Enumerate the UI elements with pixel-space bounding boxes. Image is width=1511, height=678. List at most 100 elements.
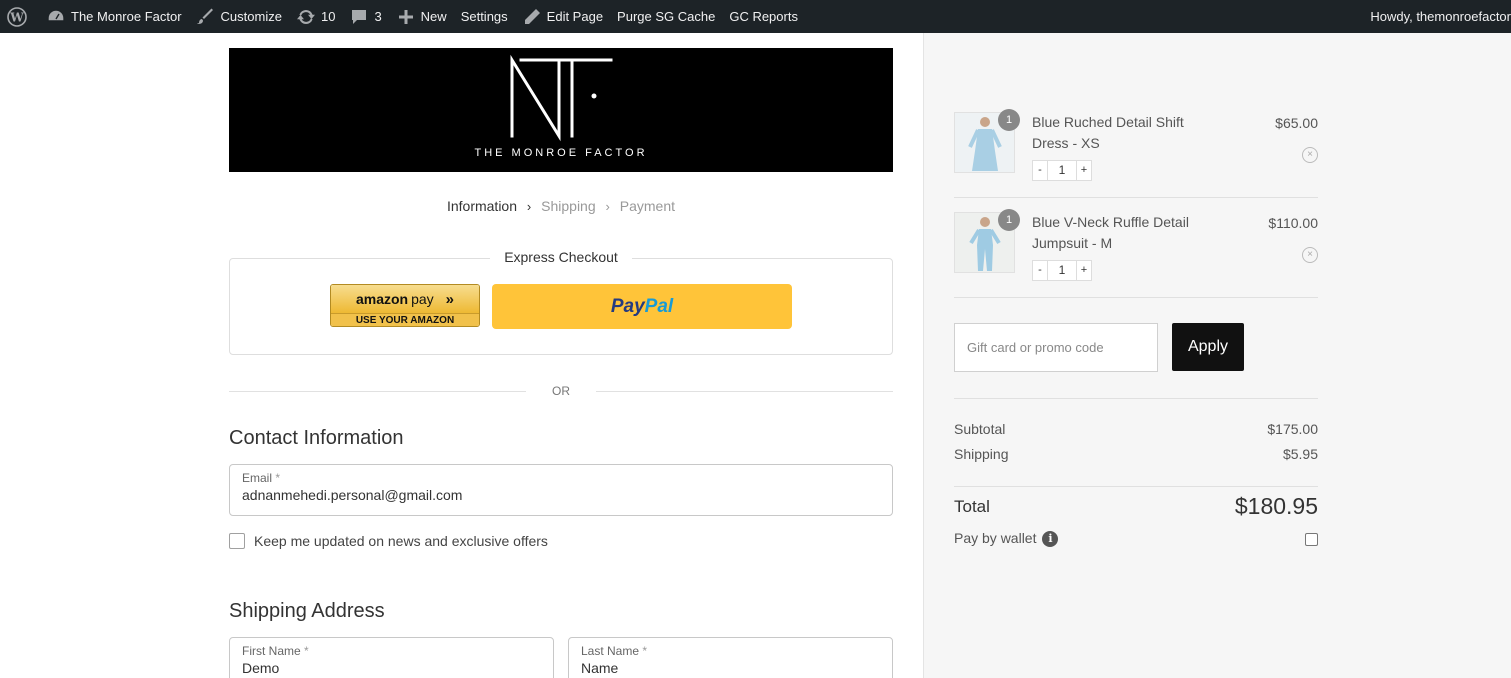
pencil-icon <box>522 7 542 27</box>
wordpress-logo-button[interactable]: W <box>0 0 39 33</box>
plus-icon <box>396 7 416 27</box>
brand-wordmark: THE MONROE FACTOR <box>474 147 647 159</box>
new-label: New <box>420 9 447 24</box>
site-name-label: The Monroe Factor <box>71 9 182 24</box>
quantity-stepper: - 1 + <box>1032 260 1092 281</box>
product-price: $110.00 <box>1268 215 1318 231</box>
quantity-stepper: - 1 + <box>1032 160 1092 181</box>
first-name-label: First Name * <box>242 644 309 658</box>
product-price: $65.00 <box>1275 115 1318 131</box>
divider-right <box>596 391 893 392</box>
svg-text:W: W <box>9 10 24 24</box>
pay-by-wallet-row: Pay by wallet i <box>954 530 1059 548</box>
remove-item-icon[interactable]: × <box>1302 247 1318 263</box>
decrease-quantity-button[interactable]: - <box>1033 261 1047 280</box>
purge-cache-label: Purge SG Cache <box>617 9 716 24</box>
dashboard-icon <box>46 7 66 27</box>
total-label: Total <box>954 497 990 516</box>
settings-link[interactable]: Settings <box>454 0 515 33</box>
cart-item: 1 Blue Ruched Detail Shift Dress - XS $6… <box>954 109 1318 198</box>
settings-label: Settings <box>460 9 508 24</box>
subtotal-label: Subtotal <box>954 421 1006 437</box>
site-name-link[interactable]: The Monroe Factor <box>39 0 189 33</box>
summary-divider <box>954 486 1318 487</box>
amazon-pay-word: pay <box>411 291 434 307</box>
updates-link[interactable]: 10 <box>289 0 342 33</box>
first-name-value[interactable]: Demo <box>242 660 541 676</box>
newsletter-option[interactable]: Keep me updated on news and exclusive of… <box>229 533 548 549</box>
admin-bar: W The Monroe Factor Customize 10 3 New S… <box>0 0 1511 33</box>
customize-label: Customize <box>220 9 282 24</box>
shipping-address-title: Shipping Address <box>229 600 385 622</box>
brush-icon <box>196 7 216 27</box>
howdy-account-link[interactable]: Howdy, themonroefactor <box>1363 0 1511 33</box>
breadcrumb-shipping: Shipping <box>541 198 596 214</box>
edit-page-link[interactable]: Edit Page <box>515 0 610 33</box>
amazon-pay-button[interactable]: amazon pay » USE YOUR AMAZON ACCOUNT <box>330 284 480 327</box>
double-chevron-icon: » <box>445 290 455 308</box>
quantity-badge: 1 <box>998 209 1020 231</box>
customize-link[interactable]: Customize <box>189 0 289 33</box>
or-separator: OR <box>552 384 570 398</box>
comment-icon <box>349 7 369 27</box>
express-checkout-title: Express Checkout <box>490 249 632 265</box>
cart-divider <box>954 297 1318 298</box>
paypal-logo-part1: Pay <box>610 295 645 317</box>
pay-by-wallet-checkbox[interactable] <box>1305 533 1318 546</box>
edit-page-label: Edit Page <box>546 9 604 24</box>
pay-by-wallet-label: Pay by wallet <box>954 530 1037 546</box>
comments-count: 3 <box>374 9 382 24</box>
last-name-value[interactable]: Name <box>581 660 880 676</box>
brand-logo: THE MONROE FACTOR <box>474 54 647 159</box>
paypal-button[interactable]: Pay Pal <box>492 284 792 329</box>
last-name-field[interactable]: Last Name * Name <box>568 637 893 678</box>
last-name-label: Last Name * <box>581 644 648 658</box>
subtotal-value: $175.00 <box>1267 421 1318 437</box>
product-name: Blue Ruched Detail Shift Dress - XS <box>1032 114 1184 151</box>
increase-quantity-button[interactable]: + <box>1077 261 1091 280</box>
refresh-icon <box>296 7 316 27</box>
gc-reports-label: GC Reports <box>729 9 798 24</box>
cart-item: 1 Blue V-Neck Ruffle Detail Jumpsuit - M… <box>954 209 1318 298</box>
product-name: Blue V-Neck Ruffle Detail Jumpsuit - M <box>1032 214 1189 251</box>
chevron-right-icon: › <box>526 199 532 214</box>
shipping-value: $5.95 <box>1282 446 1318 462</box>
remove-item-icon[interactable]: × <box>1302 147 1318 163</box>
quantity-badge: 1 <box>998 109 1020 131</box>
quantity-input[interactable]: 1 <box>1047 161 1077 180</box>
amazon-pay-logo: amazon pay » <box>331 285 479 313</box>
amazon-wordmark: amazon <box>355 291 409 307</box>
decrease-quantity-button[interactable]: - <box>1033 161 1047 180</box>
cart-divider <box>954 197 1318 198</box>
brand-banner: THE MONROE FACTOR <box>229 48 893 172</box>
email-field-label: Email * <box>242 471 281 485</box>
first-name-field[interactable]: First Name * Demo <box>229 637 554 678</box>
divider-left <box>229 391 526 392</box>
purge-cache-link[interactable]: Purge SG Cache <box>610 0 722 33</box>
info-icon[interactable]: i <box>1042 531 1059 548</box>
summary-divider <box>954 398 1318 399</box>
apply-promo-button[interactable]: Apply <box>1172 323 1244 371</box>
gc-reports-link[interactable]: GC Reports <box>722 0 805 33</box>
howdy-label: Howdy, themonroefactor <box>1370 9 1511 24</box>
breadcrumb-payment: Payment <box>619 198 676 214</box>
total-value: $180.95 <box>1234 493 1318 519</box>
promo-code-input[interactable] <box>954 323 1158 372</box>
email-field-value[interactable]: adnanmehedi.personal@gmail.com <box>242 487 880 503</box>
contact-information-title: Contact Information <box>229 427 404 449</box>
comments-link[interactable]: 3 <box>342 0 388 33</box>
amazon-pay-subtext: USE YOUR AMAZON ACCOUNT <box>331 313 479 326</box>
breadcrumb-information[interactable]: Information <box>447 198 517 214</box>
paypal-logo-part2: Pal <box>644 295 674 317</box>
increase-quantity-button[interactable]: + <box>1077 161 1091 180</box>
checkout-breadcrumb: Information › Shipping › Payment <box>229 198 893 214</box>
chevron-right-icon: › <box>605 199 610 214</box>
newsletter-label: Keep me updated on news and exclusive of… <box>254 533 548 549</box>
email-field[interactable]: Email * adnanmehedi.personal@gmail.com <box>229 464 893 516</box>
newsletter-checkbox[interactable] <box>229 533 245 549</box>
quantity-input[interactable]: 1 <box>1047 261 1077 280</box>
new-content-link[interactable]: New <box>389 0 454 33</box>
updates-count: 10 <box>320 9 336 24</box>
shipping-label: Shipping <box>954 446 1009 462</box>
wordpress-icon: W <box>7 6 27 27</box>
